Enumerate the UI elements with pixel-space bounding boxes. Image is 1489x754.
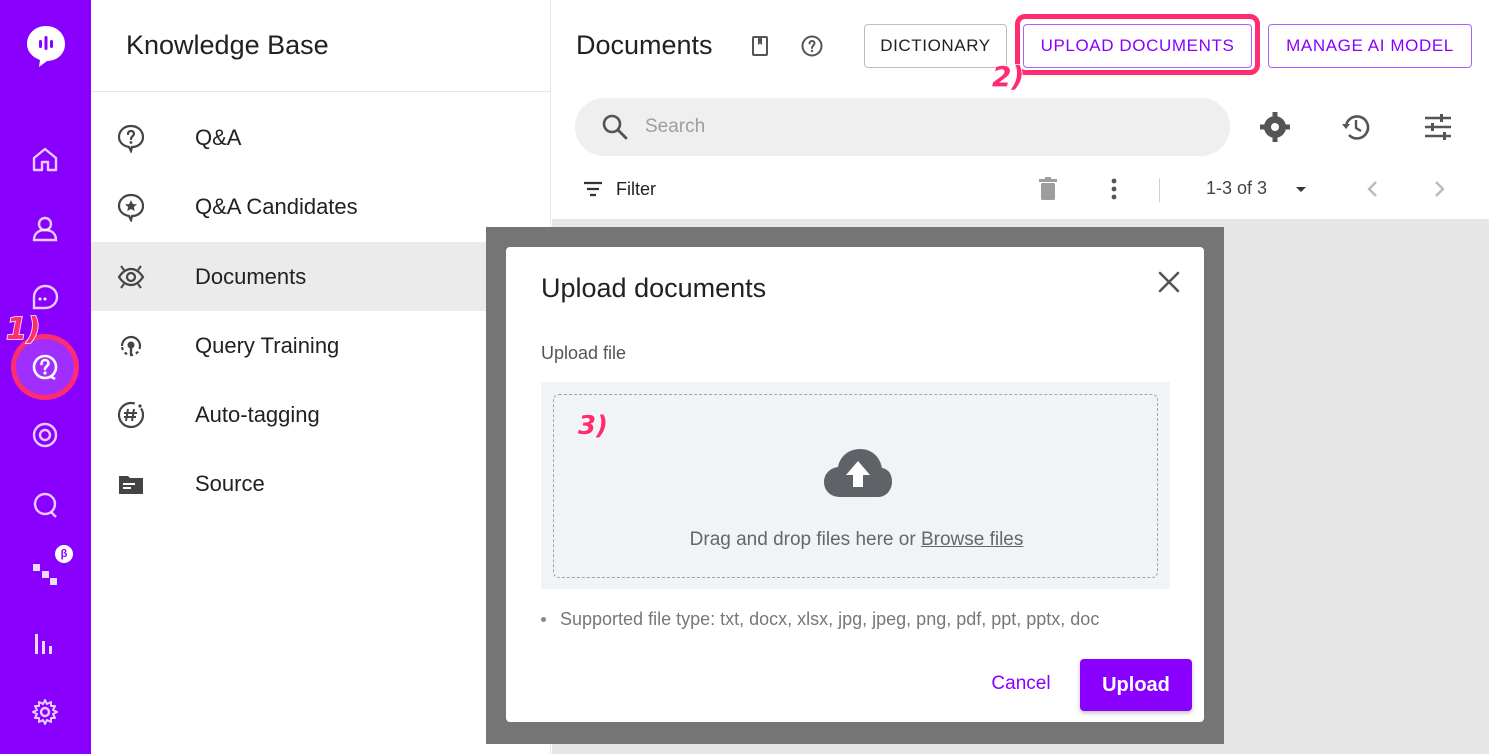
upload-button-highlight — [1015, 14, 1260, 75]
supported-types-note: Supported file type: txt, docx, xlsx, jp… — [541, 609, 1099, 630]
page-size-dropdown-icon[interactable] — [1287, 175, 1315, 203]
flow-icon[interactable] — [28, 556, 62, 590]
dialog-title: Upload documents — [541, 273, 767, 303]
users-icon[interactable] — [28, 211, 62, 245]
history-icon[interactable] — [1339, 110, 1373, 144]
panel-divider — [91, 91, 551, 92]
chevron-left-icon[interactable] — [1359, 175, 1387, 203]
kb-item-label: Source — [195, 470, 265, 496]
pagination-range: 1-3 of 3 — [1206, 178, 1268, 198]
kb-item-label: Documents — [195, 263, 307, 289]
documents-header: Documents DICTIONARY UPLOAD DOCUMENTS MA… — [552, 0, 1489, 219]
question-bubble-icon — [115, 122, 147, 154]
file-dropzone[interactable]: Drag and drop files here or Browse files… — [553, 394, 1158, 578]
step-3-marker: 3) — [577, 410, 608, 442]
search-input[interactable] — [645, 110, 1205, 144]
dropzone-instructions: Drag and drop files here or Browse files — [554, 529, 1159, 551]
book-icon[interactable] — [748, 34, 772, 58]
upload-documents-dialog: Upload documents Upload file Drag and dr… — [506, 247, 1204, 722]
eye-icon — [115, 261, 147, 293]
drop-text: Drag and drop files here or — [689, 529, 916, 550]
step-1-marker: 1) — [5, 311, 41, 348]
home-icon[interactable] — [28, 142, 62, 176]
toolbar-divider — [1159, 178, 1160, 202]
cancel-button[interactable]: Cancel — [976, 667, 1066, 701]
dictionary-button[interactable]: DICTIONARY — [864, 24, 1007, 68]
upload-button[interactable]: Upload — [1080, 659, 1192, 711]
upload-file-label: Upload file — [541, 343, 627, 363]
chevron-right-icon[interactable] — [1425, 175, 1453, 203]
settings-gear-icon[interactable] — [1258, 110, 1292, 144]
tune-icon[interactable] — [1421, 110, 1455, 144]
conversation-icon[interactable] — [28, 488, 62, 522]
cloud-upload-icon — [824, 449, 892, 497]
beta-badge: β — [55, 545, 73, 563]
kb-item-source[interactable]: Source — [91, 449, 551, 518]
kb-item-label: Auto-tagging — [195, 401, 320, 427]
browse-files-link[interactable]: Browse files — [921, 529, 1023, 550]
settings-icon[interactable] — [28, 695, 62, 729]
page-title: Documents — [576, 30, 713, 60]
kb-item-label: Query Training — [195, 332, 340, 358]
search-icon — [602, 114, 628, 140]
bullet — [541, 617, 546, 622]
delete-icon[interactable] — [1034, 175, 1062, 203]
panel-title: Knowledge Base — [126, 30, 329, 60]
kb-item-documents[interactable]: Documents — [91, 242, 551, 311]
search-bar — [575, 98, 1230, 156]
kb-item-auto-tagging[interactable]: Auto-tagging — [91, 380, 551, 449]
help-icon[interactable] — [800, 34, 824, 58]
kb-item-label: Q&A — [195, 124, 242, 150]
kb-item-label: Q&A Candidates — [195, 193, 358, 219]
analytics-icon[interactable] — [28, 626, 62, 660]
manage-ai-model-button[interactable]: MANAGE AI MODEL — [1268, 24, 1472, 68]
filter-icon — [584, 181, 602, 197]
kb-item-qa-candidates[interactable]: Q&A Candidates — [91, 172, 551, 241]
target-icon[interactable] — [28, 418, 62, 452]
folder-icon — [115, 468, 147, 500]
knowledge-base-icon[interactable] — [28, 350, 62, 384]
step-2-marker: 2) — [991, 59, 1025, 94]
star-bubble-icon — [115, 191, 147, 223]
hashtag-icon — [115, 399, 147, 431]
chat-icon[interactable] — [28, 280, 62, 314]
close-icon[interactable] — [1154, 267, 1184, 297]
filter-label: Filter — [616, 178, 656, 199]
kb-item-qa[interactable]: Q&A — [91, 103, 551, 172]
left-nav-rail: β 1) — [0, 0, 91, 754]
more-vert-icon[interactable] — [1100, 175, 1128, 203]
brand-logo-icon[interactable] — [25, 24, 67, 68]
knowledge-base-panel: Knowledge Base Q&A Q&A Candidates Docume… — [91, 0, 551, 754]
kb-item-query-training[interactable]: Query Training — [91, 311, 551, 380]
filter-button[interactable]: Filter — [582, 178, 656, 200]
training-icon — [115, 330, 147, 362]
supported-types-text: Supported file type: txt, docx, xlsx, jp… — [560, 609, 1100, 629]
